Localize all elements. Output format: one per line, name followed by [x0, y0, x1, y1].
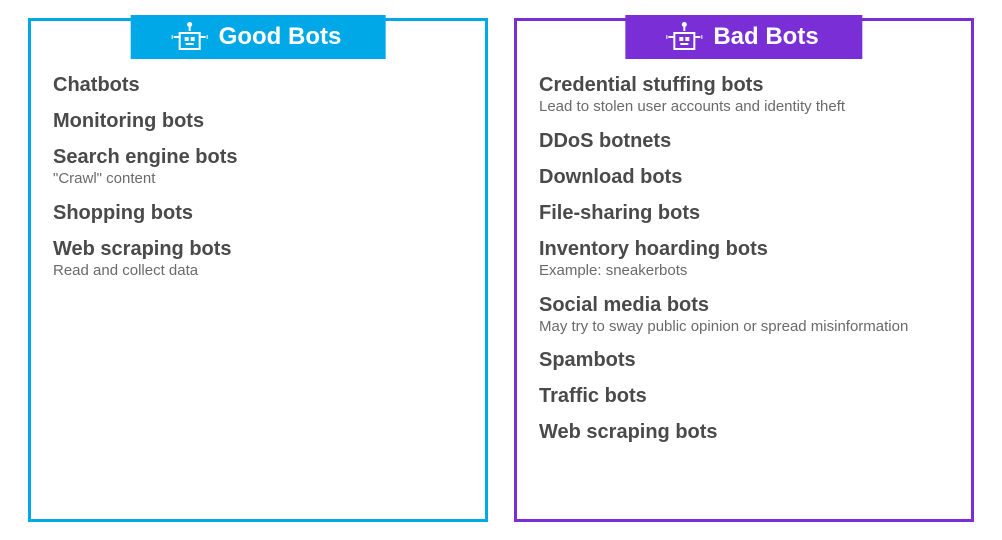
list-item: Shopping bots [53, 201, 463, 225]
item-title: Chatbots [53, 73, 463, 97]
list-item: Inventory hoarding bots Example: sneaker… [539, 237, 949, 281]
list-item: DDoS botnets [539, 129, 949, 153]
bad-bots-title: Bad Bots [713, 23, 818, 51]
item-desc: Example: sneakerbots [539, 262, 949, 281]
list-item: Monitoring bots [53, 109, 463, 133]
good-bots-header: Good Bots [131, 15, 386, 59]
item-title: Monitoring bots [53, 109, 463, 133]
item-title: Shopping bots [53, 201, 463, 225]
bad-bots-list: Credential stuffing bots Lead to stolen … [539, 73, 949, 444]
item-desc: Read and collect data [53, 262, 463, 281]
item-desc: May try to sway public opinion or spread… [539, 318, 949, 337]
item-title: File-sharing bots [539, 201, 949, 225]
bad-bots-header: Bad Bots [625, 15, 862, 59]
list-item: Search engine bots "Crawl" content [53, 145, 463, 189]
robot-icon [669, 24, 699, 50]
good-bots-list: Chatbots Monitoring bots Search engine b… [53, 73, 463, 281]
list-item: Download bots [539, 165, 949, 189]
bad-bots-panel: Bad Bots Credential stuffing bots Lead t… [514, 18, 974, 522]
good-bots-title: Good Bots [219, 23, 342, 51]
list-item: File-sharing bots [539, 201, 949, 225]
item-title: Inventory hoarding bots [539, 237, 949, 261]
list-item: Spambots [539, 348, 949, 372]
list-item: Web scraping bots Read and collect data [53, 237, 463, 281]
item-title: DDoS botnets [539, 129, 949, 153]
item-title: Spambots [539, 348, 949, 372]
item-title: Social media bots [539, 293, 949, 317]
list-item: Traffic bots [539, 384, 949, 408]
list-item: Chatbots [53, 73, 463, 97]
item-title: Search engine bots [53, 145, 463, 169]
list-item: Credential stuffing bots Lead to stolen … [539, 73, 949, 117]
item-title: Traffic bots [539, 384, 949, 408]
robot-icon [175, 24, 205, 50]
item-desc: "Crawl" content [53, 170, 463, 189]
list-item: Web scraping bots [539, 420, 949, 444]
item-title: Web scraping bots [539, 420, 949, 444]
good-bots-panel: Good Bots Chatbots Monitoring bots Searc… [28, 18, 488, 522]
item-title: Download bots [539, 165, 949, 189]
list-item: Social media bots May try to sway public… [539, 293, 949, 337]
item-title: Web scraping bots [53, 237, 463, 261]
item-title: Credential stuffing bots [539, 73, 949, 97]
item-desc: Lead to stolen user accounts and identit… [539, 98, 949, 117]
